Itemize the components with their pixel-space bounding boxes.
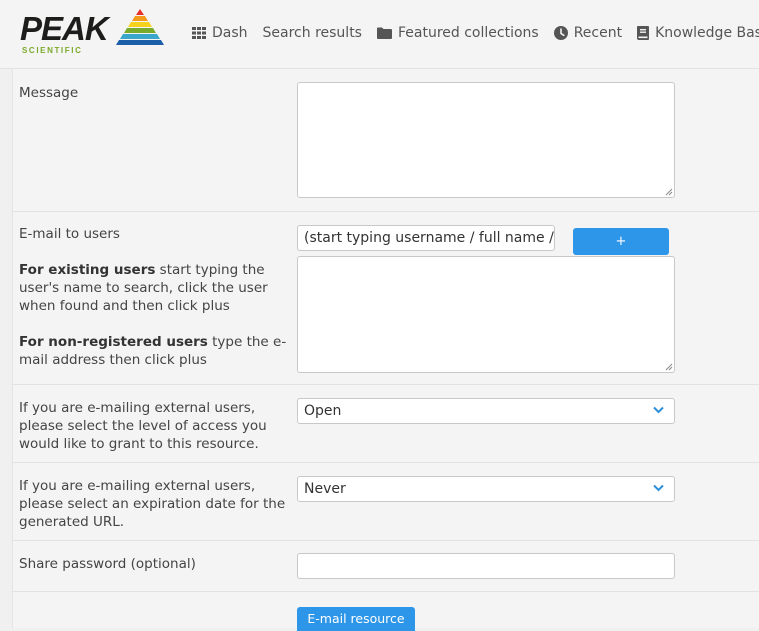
access-row: If you are e-mailing external users, ple… <box>13 385 759 463</box>
add-user-button[interactable]: + <box>573 228 669 255</box>
logo-subtitle: SCIENTIFIC <box>22 46 83 55</box>
book-icon <box>637 26 650 40</box>
top-header: PEAK SCIENTIFIC Dash Search results Feat… <box>0 0 759 69</box>
resize-handle-icon[interactable] <box>664 362 673 371</box>
password-label: Share password (optional) <box>19 556 196 572</box>
nav-dash-label: Dash <box>212 25 248 41</box>
user-search-input[interactable]: (start typing username / full name / gro <box>297 225 555 251</box>
message-row: Message <box>13 69 759 212</box>
nav-dash[interactable]: Dash <box>192 25 248 41</box>
password-row: Share password (optional) <box>13 541 759 592</box>
nonreg-users-help: For non-registered users type the e-mail… <box>19 333 291 369</box>
message-label: Message <box>19 85 79 101</box>
logo-wordmark: PEAK <box>20 10 109 47</box>
email-users-label: E-mail to users <box>19 226 120 242</box>
existing-users-bold: For existing users <box>19 262 156 278</box>
pyramid-logo-icon <box>116 9 164 45</box>
access-label: If you are e-mailing external users, ple… <box>19 400 267 452</box>
main-nav: Dash Search results Featured collections… <box>192 22 759 44</box>
message-textarea[interactable] <box>297 82 675 198</box>
folder-icon <box>376 27 392 39</box>
nav-featured-collections-label: Featured collections <box>397 25 539 41</box>
users-list-textarea[interactable] <box>297 256 675 373</box>
nav-search-results[interactable]: Search results <box>263 25 362 41</box>
clock-icon <box>553 26 568 40</box>
nav-knowledge-base-label: Knowledge Base <box>655 25 759 41</box>
expiry-selected-value: Never <box>304 481 346 497</box>
user-search-placeholder: (start typing username / full name / gro <box>304 230 555 246</box>
share-password-input[interactable] <box>297 553 675 579</box>
email-users-row: E-mail to users For existing users start… <box>13 212 759 385</box>
nonreg-users-bold: For non-registered users <box>19 334 208 350</box>
grid-icon <box>192 27 206 39</box>
share-form: Message E-mail to users For existing use… <box>12 69 759 631</box>
chevron-down-icon <box>653 406 664 414</box>
existing-users-help: For existing users start typing the user… <box>19 261 291 315</box>
email-resource-button[interactable]: E-mail resource <box>297 607 415 631</box>
nav-recent[interactable]: Recent <box>553 25 623 41</box>
expiry-label: If you are e-mailing external users, ple… <box>19 478 286 530</box>
access-selected-value: Open <box>304 403 342 419</box>
nav-featured-collections[interactable]: Featured collections <box>376 25 539 41</box>
resize-handle-icon[interactable] <box>664 187 673 196</box>
peak-scientific-logo[interactable]: PEAK SCIENTIFIC <box>20 8 170 58</box>
nav-search-results-label: Search results <box>262 25 362 41</box>
nav-recent-label: Recent <box>573 25 623 41</box>
chevron-down-icon <box>653 484 664 492</box>
expiry-row: If you are e-mailing external users, ple… <box>13 463 759 541</box>
access-select[interactable]: Open <box>297 398 675 424</box>
nav-knowledge-base[interactable]: Knowledge Base <box>637 25 759 41</box>
expiry-select[interactable]: Never <box>297 476 675 502</box>
